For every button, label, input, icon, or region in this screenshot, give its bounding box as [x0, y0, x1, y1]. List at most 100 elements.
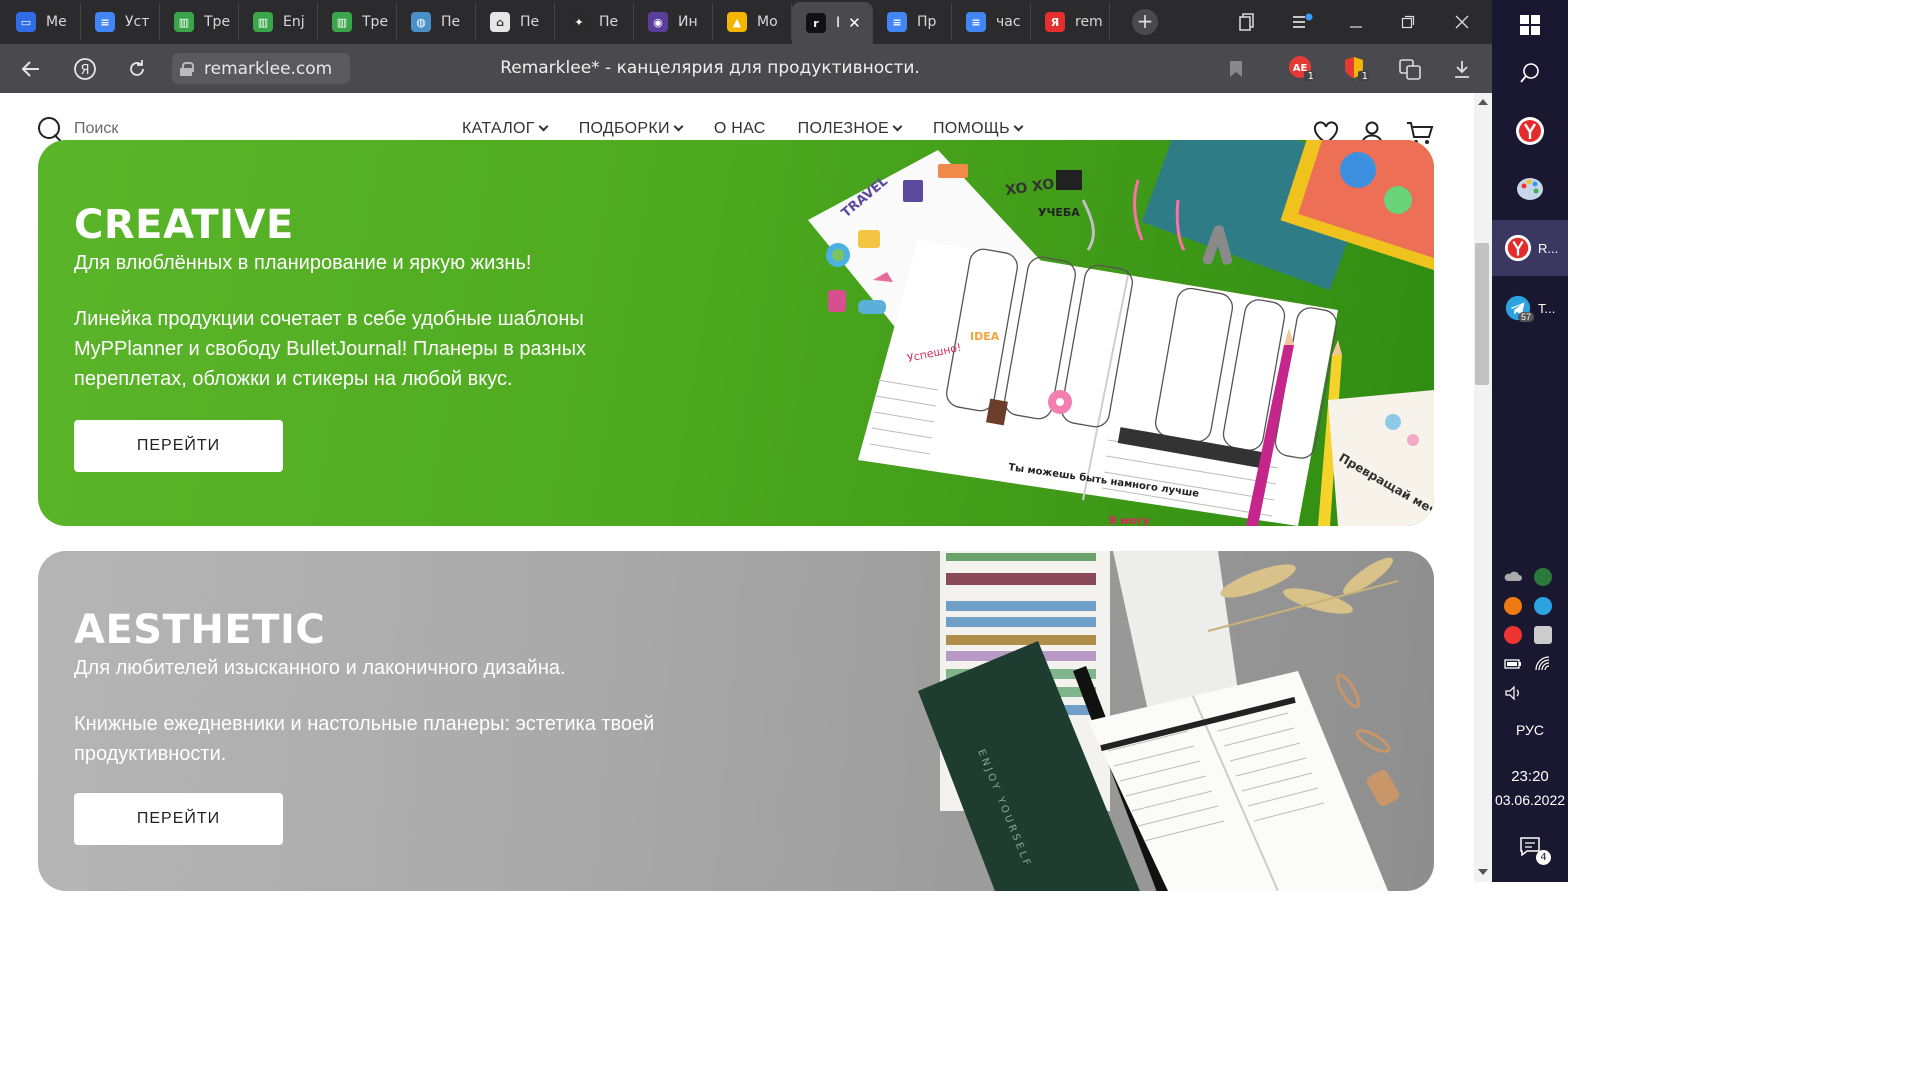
menu-help[interactable]: ПОМОЩЬ: [933, 120, 1024, 138]
windows-start-icon[interactable]: [1492, 0, 1568, 50]
telegram-badge: 57: [1518, 312, 1535, 322]
browser-tab[interactable]: Яrem: [1031, 3, 1110, 41]
browser-tab-bar: ▭ Ме ≡ Уст ▥ Тре ▥ Enj ▥ Тре ◍ Пе ⌂ Пе ✦ Пе ◉ Ин ▲ Мо r I ✕ ≡ Пр…: [0, 0, 1492, 44]
nvidia-tray-icon[interactable]: [1534, 568, 1552, 586]
restore-icon[interactable]: [1382, 0, 1434, 44]
browser-tab-active[interactable]: r I ✕: [792, 2, 873, 44]
browser-menu-icon[interactable]: [1276, 0, 1328, 44]
minimize-icon[interactable]: [1330, 0, 1382, 44]
yandex-home-icon[interactable]: Я: [70, 54, 100, 84]
tab-label: Ин: [678, 14, 698, 30]
browser-tab[interactable]: ≡ час: [952, 3, 1031, 41]
bookmark-icon[interactable]: [1222, 55, 1250, 83]
clock-time[interactable]: 23:20: [1492, 768, 1568, 785]
svg-text:УЧЕБА: УЧЕБА: [1038, 206, 1080, 219]
browser-tab[interactable]: ◉ Ин: [634, 3, 713, 41]
tab-favicon-icon: ≡: [966, 12, 986, 32]
browser-tab[interactable]: ≡ Уст: [81, 3, 160, 41]
tabs-menu-icon[interactable]: [1222, 0, 1274, 44]
shield-extension-icon[interactable]: 1: [1342, 55, 1370, 83]
browser-tab[interactable]: ≡ Пр: [873, 3, 952, 41]
tab-label: Ме: [46, 14, 67, 30]
browser-tab[interactable]: ▭ Ме: [2, 3, 81, 41]
creative-go-button[interactable]: ПЕРЕЙТИ: [74, 420, 283, 472]
tab-favicon-icon: r: [806, 13, 826, 33]
input-language[interactable]: РУС: [1492, 722, 1568, 738]
volume-icon[interactable]: [1504, 684, 1522, 702]
battery-icon[interactable]: [1504, 655, 1522, 673]
menu-useful[interactable]: ПОЛЕЗНОЕ: [798, 120, 903, 138]
tab-label: Пе: [520, 14, 540, 30]
download-icon[interactable]: [1448, 55, 1476, 83]
tab-label: Уст: [125, 14, 150, 30]
browser-tab[interactable]: ▥ Тре: [160, 3, 239, 41]
browser-tab[interactable]: ✦ Пе: [555, 3, 634, 41]
taskbar-app-label: T...: [1538, 300, 1556, 316]
banner-title: AESTHETIC: [74, 607, 326, 653]
paint-palette-icon[interactable]: [1492, 164, 1568, 214]
scroll-thumb[interactable]: [1475, 243, 1489, 385]
yandex-tray-icon[interactable]: [1504, 626, 1522, 644]
aesthetic-go-button[interactable]: ПЕРЕЙТИ: [74, 793, 283, 845]
telegram-tray-icon[interactable]: [1534, 597, 1552, 615]
browser-tab[interactable]: ◍ Пе: [397, 3, 476, 41]
extension-badge: 1: [1307, 71, 1314, 82]
tab-favicon-icon: Я: [1045, 12, 1065, 32]
lock-icon: [180, 61, 194, 76]
new-tab-button[interactable]: +: [1132, 9, 1158, 35]
browser-tab[interactable]: ⌂ Пе: [476, 3, 555, 41]
notification-count: 4: [1536, 850, 1551, 865]
aesthetic-planner-photo: ENJOY YOURSELF: [918, 551, 1400, 891]
browser-tab[interactable]: ▥ Тре: [318, 3, 397, 41]
url-field[interactable]: remarklee.com: [172, 53, 350, 84]
page-scrollbar[interactable]: [1474, 93, 1492, 882]
search-input[interactable]: [74, 120, 234, 138]
tab-favicon-icon: ⌂: [490, 12, 510, 32]
tab-favicon-icon: ▥: [332, 12, 352, 32]
search-bar[interactable]: [38, 117, 234, 141]
banner-subtitle: Для влюблённых в планирование и яркую жи…: [74, 252, 532, 274]
tab-favicon-icon: ▥: [174, 12, 194, 32]
banner-description: Линейка продукции сочетает в себе удобны…: [74, 308, 587, 390]
svg-text:Я: Я: [80, 63, 89, 78]
tab-label: Enj: [283, 14, 305, 30]
wifi-icon[interactable]: [1534, 655, 1552, 673]
menu-collections[interactable]: ПОДБОРКИ: [579, 120, 684, 138]
tab-label: Пр: [917, 14, 937, 30]
banner-aesthetic: ENJOY YOURSELF AESTHETIC Для любителей и…: [38, 551, 1434, 891]
tab-label: I: [836, 15, 841, 31]
browser-tab[interactable]: ▲ Мо: [713, 3, 792, 41]
scroll-down-arrow-icon[interactable]: [1478, 869, 1488, 875]
taskbar-app-telegram[interactable]: T... 57: [1492, 280, 1568, 336]
tab-label: час: [996, 14, 1021, 30]
banner-description: Книжные ежедневники и настольные планеры…: [74, 713, 655, 765]
tab-favicon-icon: ▭: [16, 12, 36, 32]
yandex-browser-icon: [1504, 234, 1532, 262]
clock-date[interactable]: 03.06.2022: [1492, 792, 1568, 808]
notifications-icon[interactable]: 4: [1492, 822, 1568, 872]
tab-label: Пе: [599, 14, 619, 30]
search-icon[interactable]: [38, 117, 62, 141]
main-menu: КАТАЛОГ ПОДБОРКИ О НАС ПОЛЕЗНОЕ ПОМОЩЬ: [462, 120, 1024, 138]
yandex-browser-icon[interactable]: [1492, 106, 1568, 156]
back-button[interactable]: [16, 54, 46, 84]
open-planner-image: IDEA Успешно! Ты можешь быть намного луч…: [858, 240, 1338, 526]
tab-close-icon[interactable]: ✕: [848, 14, 861, 32]
tab-favicon-icon: ≡: [95, 12, 115, 32]
menu-about[interactable]: О НАС: [714, 120, 766, 138]
banner-creative: TRAVEL XO XO УЧЕБА IDEA Успешно! Ты може…: [38, 140, 1434, 526]
pen-tray-icon[interactable]: [1534, 626, 1552, 644]
scroll-up-arrow-icon[interactable]: [1478, 99, 1488, 105]
adblock-extension-icon[interactable]: AE 1: [1288, 55, 1316, 83]
close-window-icon[interactable]: [1436, 0, 1488, 44]
search-icon[interactable]: [1492, 48, 1568, 98]
reload-icon[interactable]: [122, 54, 152, 84]
browser-tab[interactable]: ▥ Enj: [239, 3, 318, 41]
taskbar-app-yandex[interactable]: R...: [1492, 220, 1568, 276]
translate-extension-icon[interactable]: [1396, 55, 1424, 83]
chevron-down-icon: [673, 121, 684, 132]
svg-text:XO XO: XO XO: [1004, 176, 1055, 199]
rss-tray-icon[interactable]: [1504, 597, 1522, 615]
menu-catalog[interactable]: КАТАЛОГ: [462, 120, 549, 138]
cloud-icon[interactable]: [1504, 568, 1522, 586]
